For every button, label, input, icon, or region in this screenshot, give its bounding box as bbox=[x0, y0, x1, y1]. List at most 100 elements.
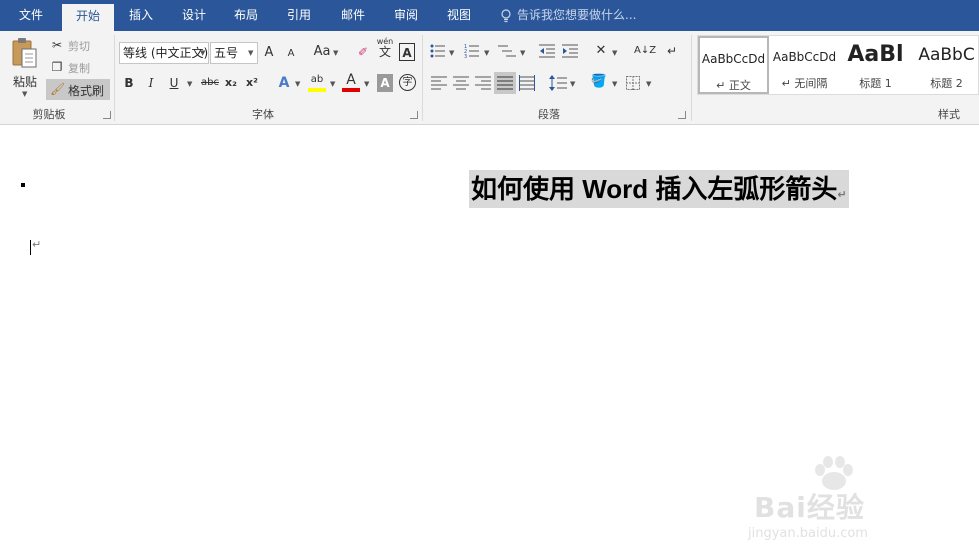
cut-label: 剪切 bbox=[68, 40, 90, 53]
justify-button[interactable] bbox=[494, 72, 516, 94]
paste-label: 粘贴 bbox=[13, 75, 38, 89]
group-divider bbox=[114, 35, 115, 121]
paste-icon bbox=[12, 38, 37, 68]
chinese-layout-icon[interactable]: ✕ bbox=[592, 42, 610, 60]
style-normal-name: ↵ 正文 bbox=[700, 77, 767, 93]
scissors-icon: ✂ bbox=[51, 38, 63, 52]
ribbon-home: 粘贴 ▼ ✂ 剪切 ❐ 复制 🖌 格式刷 剪贴板 等线 (中文正文) ▼ 五号 … bbox=[0, 31, 979, 125]
align-left-icon[interactable] bbox=[431, 76, 447, 90]
empty-paragraph-mark: ↵ bbox=[32, 238, 42, 251]
clipboard-group-label: 剪贴板 bbox=[32, 108, 66, 121]
format-painter-button[interactable]: 🖌 格式刷 bbox=[46, 79, 110, 100]
tab-home[interactable]: 开始 bbox=[62, 4, 114, 31]
borders-dropdown-icon[interactable]: ▼ bbox=[646, 80, 651, 88]
multilevel-list-dropdown-icon[interactable]: ▼ bbox=[520, 49, 525, 57]
distributed-icon[interactable] bbox=[519, 75, 535, 91]
underline-button[interactable]: U bbox=[167, 74, 181, 92]
tell-me-placeholder: 告诉我您想要做什么... bbox=[517, 8, 637, 22]
chinese-layout-dropdown-icon[interactable]: ▼ bbox=[612, 49, 617, 57]
format-painter-label: 格式刷 bbox=[68, 84, 105, 98]
tab-view[interactable]: 视图 bbox=[436, 0, 482, 31]
line-spacing-icon[interactable] bbox=[549, 75, 567, 91]
bullets-dropdown-icon[interactable]: ▼ bbox=[449, 49, 454, 57]
style-no-spacing[interactable]: AaBbCcDd ↵ 无间隔 bbox=[769, 36, 840, 94]
align-right-icon[interactable] bbox=[475, 76, 491, 90]
copy-button[interactable]: ❐ 复制 bbox=[50, 58, 100, 76]
shrink-font-icon[interactable]: A bbox=[284, 45, 298, 63]
tab-review[interactable]: 审阅 bbox=[383, 0, 429, 31]
character-border-icon[interactable]: A bbox=[399, 43, 415, 61]
text-effects-icon[interactable]: A bbox=[276, 74, 292, 92]
style-normal-label: 正文 bbox=[728, 79, 751, 92]
font-name-combo[interactable]: 等线 (中文正文) bbox=[119, 42, 209, 64]
font-launcher-icon[interactable] bbox=[410, 111, 418, 119]
borders-icon[interactable] bbox=[626, 76, 640, 90]
paste-dropdown-icon[interactable]: ▼ bbox=[22, 90, 27, 98]
tab-references[interactable]: 引用 bbox=[276, 0, 322, 31]
watermark-brand: Bai经验 bbox=[754, 491, 865, 524]
tell-me-search[interactable]: 告诉我您想要做什么... bbox=[500, 0, 636, 31]
lightbulb-icon bbox=[501, 9, 511, 23]
style-heading-2-name: 标题 2 bbox=[930, 77, 963, 90]
clipboard-launcher-icon[interactable] bbox=[103, 111, 111, 119]
character-shading-icon[interactable]: A bbox=[377, 74, 393, 92]
highlight-dropdown-icon[interactable]: ▼ bbox=[330, 80, 335, 88]
document-page[interactable]: 如何使用 Word 插入左弧形箭头↵ ↵ Bai经验 jingyan.baidu… bbox=[0, 126, 979, 541]
underline-dropdown-icon[interactable]: ▼ bbox=[187, 80, 192, 88]
paste-button[interactable]: 粘贴 ▼ bbox=[6, 35, 44, 99]
font-group-label: 字体 bbox=[252, 108, 274, 121]
bold-button[interactable]: B bbox=[122, 74, 136, 92]
shading-dropdown-icon[interactable]: ▼ bbox=[612, 80, 617, 88]
change-case-icon[interactable]: Aa bbox=[312, 43, 332, 61]
baidu-watermark: Bai经验 jingyan.baidu.com bbox=[748, 456, 948, 548]
font-color-dropdown-icon[interactable]: ▼ bbox=[364, 80, 369, 88]
shading-icon[interactable]: 🪣 bbox=[590, 73, 608, 91]
ribbon-tab-bar: 文件 开始 插入 设计 布局 引用 邮件 审阅 视图 告诉我您想要做什么... bbox=[0, 0, 979, 31]
paintbrush-icon: 🖌 bbox=[50, 82, 66, 96]
phonetic-guide-bottom: 文 bbox=[378, 45, 391, 59]
change-case-dropdown-icon[interactable]: ▼ bbox=[333, 49, 338, 57]
font-color-icon[interactable]: A bbox=[343, 71, 359, 89]
font-name-dropdown-icon[interactable]: ▼ bbox=[200, 49, 205, 57]
numbering-icon[interactable]: 1 2 3 bbox=[464, 43, 480, 59]
bullets-icon[interactable] bbox=[430, 43, 446, 59]
decrease-indent-icon[interactable] bbox=[539, 43, 555, 59]
tab-mailings[interactable]: 邮件 bbox=[330, 0, 376, 31]
document-heading[interactable]: 如何使用 Word 插入左弧形箭头↵ bbox=[469, 170, 849, 208]
style-no-spacing-label: 无间隔 bbox=[794, 77, 828, 90]
align-center-icon[interactable] bbox=[453, 76, 469, 90]
tab-insert[interactable]: 插入 bbox=[118, 0, 164, 31]
highlight-color-icon[interactable]: ab bbox=[309, 71, 325, 89]
style-heading-2[interactable]: AaBbC 标题 2 bbox=[911, 36, 979, 94]
grow-font-icon[interactable]: A bbox=[262, 44, 276, 62]
paragraph-launcher-icon[interactable] bbox=[678, 111, 686, 119]
style-heading-2-sample: AaBbC bbox=[918, 45, 975, 65]
style-heading-1-sample: AaBl bbox=[847, 42, 904, 67]
subscript-button[interactable]: x₂ bbox=[223, 74, 239, 92]
italic-button[interactable]: I bbox=[144, 74, 158, 92]
list-bullet bbox=[21, 183, 25, 187]
superscript-button[interactable]: x² bbox=[244, 74, 260, 92]
increase-indent-icon[interactable] bbox=[562, 43, 578, 59]
tab-design[interactable]: 设计 bbox=[171, 0, 217, 31]
line-spacing-dropdown-icon[interactable]: ▼ bbox=[570, 80, 575, 88]
numbering-dropdown-icon[interactable]: ▼ bbox=[484, 49, 489, 57]
enclose-characters-icon[interactable]: 字 bbox=[399, 74, 416, 91]
phonetic-guide-icon[interactable]: wén 文 bbox=[376, 37, 394, 59]
text-effects-dropdown-icon[interactable]: ▼ bbox=[295, 80, 300, 88]
style-heading-1[interactable]: AaBl 标题 1 bbox=[840, 36, 911, 94]
tab-layout[interactable]: 布局 bbox=[223, 0, 269, 31]
watermark-url: jingyan.baidu.com bbox=[748, 526, 868, 541]
show-marks-icon[interactable]: ↵ bbox=[665, 42, 679, 60]
paragraph-mark: ↵ bbox=[837, 189, 847, 201]
font-size-dropdown-icon[interactable]: ▼ bbox=[248, 49, 253, 57]
cut-button[interactable]: ✂ 剪切 bbox=[50, 36, 100, 54]
strikethrough-button[interactable]: abc bbox=[199, 74, 221, 92]
tab-file[interactable]: 文件 bbox=[6, 0, 56, 31]
style-normal[interactable]: AaBbCcDd ↵ 正文 bbox=[698, 36, 769, 94]
style-normal-sample: AaBbCcDd bbox=[701, 52, 766, 66]
clear-formatting-icon[interactable]: ✐ bbox=[355, 43, 371, 61]
multilevel-list-icon[interactable] bbox=[498, 43, 516, 59]
sort-icon[interactable]: A↓Z bbox=[634, 42, 656, 60]
svg-text:3: 3 bbox=[464, 54, 467, 59]
